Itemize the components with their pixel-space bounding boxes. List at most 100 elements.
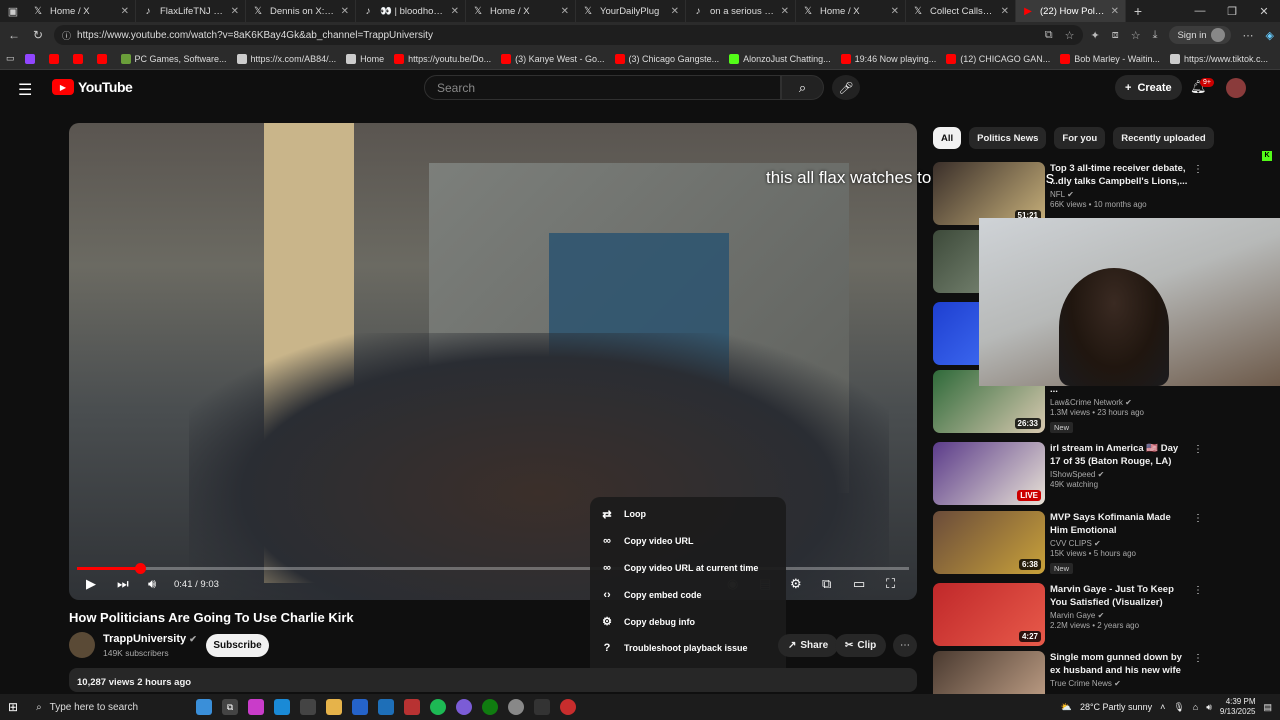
browser-tab[interactable]: 𝕏 Collect Calls on X: " ✕: [906, 0, 1016, 22]
browser-tab[interactable]: 𝕏 Dennis on X: "Cou... ✕: [246, 0, 356, 22]
close-tab-icon[interactable]: ✕: [1111, 6, 1119, 17]
minimize-icon[interactable]: —: [1184, 5, 1216, 18]
close-tab-icon[interactable]: ✕: [891, 6, 899, 17]
video-title[interactable]: irl stream in America 🇺🇸 Day 17 of 35 (B…: [1050, 442, 1190, 468]
video-thumbnail[interactable]: 6:38: [933, 511, 1045, 574]
read-aloud-icon[interactable]: ⧉: [1045, 29, 1053, 42]
extensions-icon[interactable]: ✦: [1091, 29, 1100, 42]
bookmark-item[interactable]: https://x.com/AB84/...: [236, 53, 336, 64]
video-title[interactable]: MVP Says Kofimania Made Him Emotional: [1050, 511, 1190, 537]
channel-name[interactable]: IShowSpeed ✔: [1050, 470, 1190, 479]
clip-button[interactable]: ✂ Clip: [835, 634, 887, 657]
url-field[interactable]: ⓘ https://www.youtube.com/watch?v=8aK6KB…: [54, 25, 1083, 45]
context-menu-item[interactable]: ? Troubleshoot playback issue: [590, 635, 786, 662]
spotify-app-icon[interactable]: [430, 699, 447, 715]
more-options-icon[interactable]: ⋮: [1193, 513, 1203, 524]
copilot-icon[interactable]: ◈: [1266, 29, 1274, 42]
downloads-icon[interactable]: ⤓: [1153, 29, 1158, 42]
store-app-icon[interactable]: [300, 699, 317, 715]
discord-app-icon[interactable]: [456, 699, 473, 715]
video-thumbnail[interactable]: 4:27: [933, 583, 1045, 646]
context-menu-item[interactable]: ∞ Copy video URL: [590, 528, 786, 555]
volume-icon[interactable]: 🔊︎: [1206, 702, 1212, 713]
recommended-video[interactable]: 51:21 Top 3 all-time receiver debate, ...…: [933, 162, 1273, 226]
bookmark-item[interactable]: 19:46 Now playing...: [840, 53, 936, 64]
bookmark-item[interactable]: [96, 53, 111, 64]
close-tab-icon[interactable]: ✕: [231, 6, 239, 17]
voice-search-button[interactable]: 🎤︎: [832, 75, 860, 100]
context-menu-item[interactable]: ⚙ Copy debug info: [590, 608, 786, 635]
file-explorer-icon[interactable]: [326, 699, 343, 715]
video-title[interactable]: Single mom gunned down by ex husband and…: [1050, 651, 1190, 677]
chip-all[interactable]: All: [933, 127, 962, 149]
taskbar-search[interactable]: ⌕ Type here to search: [36, 702, 186, 713]
more-options-icon[interactable]: ⋮: [1193, 444, 1203, 455]
back-icon[interactable]: ←: [6, 28, 22, 42]
youtube-logo[interactable]: ▶ YouTube: [52, 79, 133, 95]
bookmark-item[interactable]: [24, 53, 39, 64]
recommended-video[interactable]: LIVE irl stream in America 🇺🇸 Day 17 of 3…: [933, 442, 1273, 506]
chip-for-you[interactable]: For you: [1054, 127, 1106, 149]
microphone-icon[interactable]: 🎙︎: [1173, 702, 1184, 713]
recommended-video[interactable]: 4:27 Marvin Gaye - Just To Keep You Satis…: [933, 583, 1273, 647]
more-options-icon[interactable]: ⋮: [1193, 585, 1203, 596]
close-tab-icon[interactable]: ✕: [451, 6, 459, 17]
menu-dots-icon[interactable]: ⋯: [1243, 29, 1254, 42]
close-tab-icon[interactable]: ✕: [561, 6, 569, 17]
context-menu-item[interactable]: ∞ Copy video URL at current time: [590, 555, 786, 582]
browser-tab[interactable]: ♪ on a serious note th... ✕: [686, 0, 796, 22]
network-icon[interactable]: ⌂: [1193, 702, 1198, 712]
photos-app-icon[interactable]: [378, 699, 395, 715]
tray-chevron-icon[interactable]: ˄: [1160, 702, 1165, 712]
next-video-icon[interactable]: ⏭︎: [117, 576, 129, 592]
app-icon[interactable]: [508, 699, 525, 715]
settings-gear-icon[interactable]: ⚙: [790, 576, 802, 592]
search-button[interactable]: ⌕: [781, 75, 824, 100]
clock[interactable]: 4:39 PM 9/13/2025: [1220, 697, 1256, 717]
more-options-icon[interactable]: ⋮: [1193, 164, 1203, 175]
notifications-icon[interactable]: ▤: [1263, 702, 1272, 713]
more-options-icon[interactable]: ⋮: [1193, 653, 1203, 664]
split-screen-icon[interactable]: ⧈: [1112, 29, 1119, 42]
weather-icon[interactable]: ⛅: [1061, 702, 1072, 713]
recommended-video[interactable]: 6:38 MVP Says Kofimania Made Him Emotiona…: [933, 511, 1273, 575]
video-thumbnail[interactable]: LIVE: [933, 442, 1045, 505]
copilot-app-icon[interactable]: [248, 699, 265, 715]
close-window-icon[interactable]: ✕: [1248, 5, 1280, 18]
tab-actions-icon[interactable]: ▣: [0, 0, 26, 22]
video-player[interactable]: [69, 123, 917, 600]
windows-start-icon[interactable]: ⊞: [8, 700, 18, 714]
app-icon[interactable]: [404, 699, 421, 715]
channel-name[interactable]: CVV CLIPS ✔: [1050, 539, 1190, 548]
taskbar-app-icon[interactable]: [196, 699, 213, 715]
chip-politics-news[interactable]: Politics News: [969, 127, 1047, 149]
bookmark-item[interactable]: (12) CHICAGO GAN...: [946, 53, 1050, 64]
bookmark-item[interactable]: https://youtu.be/Do...: [394, 53, 491, 64]
theater-mode-icon[interactable]: ▭: [853, 576, 865, 592]
share-button[interactable]: ↗ Share: [778, 634, 839, 657]
close-tab-icon[interactable]: ✕: [781, 6, 789, 17]
xbox-app-icon[interactable]: [482, 699, 499, 715]
channel-name[interactable]: TrappUniversity ✔: [103, 633, 197, 645]
bookmark-item[interactable]: PC Games, Software...: [120, 53, 227, 64]
epic-games-icon[interactable]: [534, 699, 551, 715]
close-tab-icon[interactable]: ✕: [121, 6, 129, 17]
video-title[interactable]: Top 3 all-time receiver debate, ...dly t…: [1050, 162, 1190, 188]
account-avatar[interactable]: [1226, 78, 1246, 98]
favorites-icon[interactable]: ☆: [1131, 29, 1141, 42]
channel-name[interactable]: Law&Crime Network ✔: [1050, 398, 1190, 407]
channel-name[interactable]: NFL ✔: [1050, 190, 1190, 199]
bookmarks-menu-icon[interactable]: ▭: [6, 53, 15, 64]
play-icon[interactable]: ▶: [86, 576, 96, 592]
browser-tab[interactable]: 𝕏 Home / X ✕: [466, 0, 576, 22]
browser-tab[interactable]: 𝕏 YourDailyPlug ✕: [576, 0, 686, 22]
bookmark-item[interactable]: (3) Kanye West - Go...: [501, 53, 605, 64]
channel-name[interactable]: Marvin Gaye ✔: [1050, 611, 1190, 620]
close-tab-icon[interactable]: ✕: [341, 6, 349, 17]
chip-recently-uploaded[interactable]: Recently uploaded: [1113, 127, 1214, 149]
bookmark-item[interactable]: https://www.tiktok.c...: [1169, 53, 1268, 64]
bookmark-item[interactable]: AlonzoJust Chatting...: [729, 53, 831, 64]
bookmark-item[interactable]: Home: [346, 53, 384, 64]
browser-tab[interactable]: ▶ (22) How Politicians... ✕: [1016, 0, 1126, 22]
app-icon[interactable]: [560, 699, 577, 715]
